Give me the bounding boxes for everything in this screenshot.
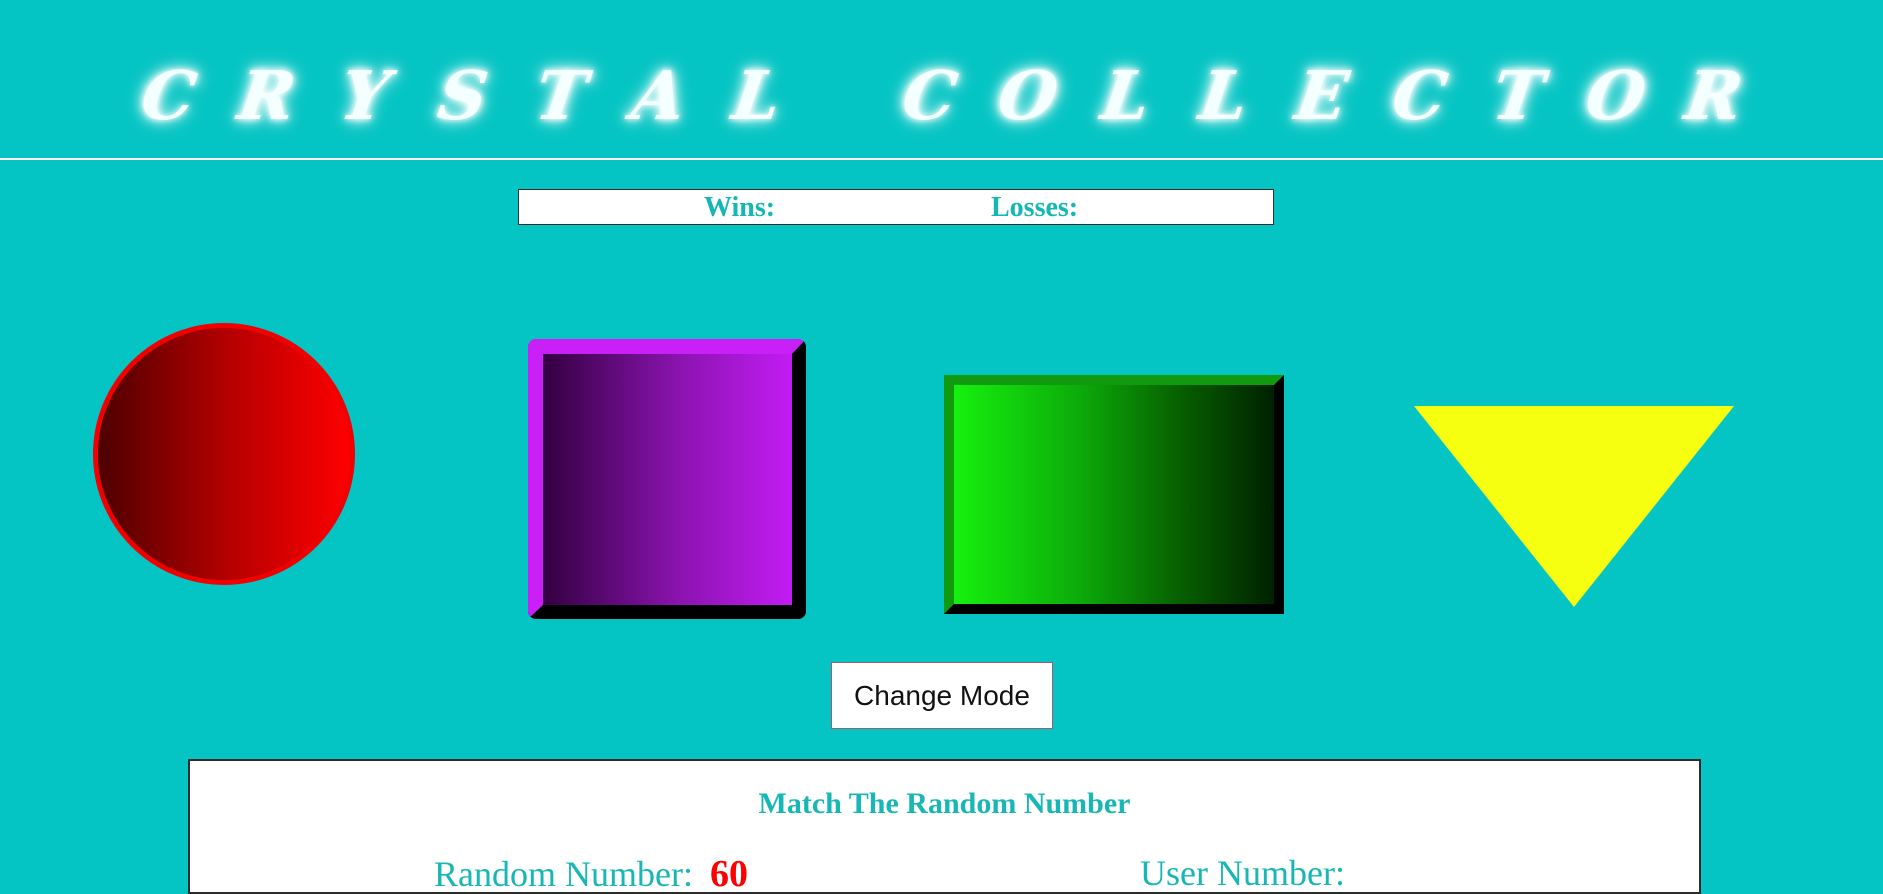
title-letter-r: R <box>233 55 301 135</box>
random-number-display: Random Number: 60 <box>434 852 748 894</box>
title-letter-t: T <box>530 55 592 135</box>
title-letter-c-second: C <box>897 55 963 135</box>
random-number-label: Random Number: <box>434 854 693 894</box>
title-letter-l-second: L <box>1194 55 1254 135</box>
title-letter-e: E <box>1290 55 1354 135</box>
title-letter-c: C <box>136 55 202 135</box>
game-title: C R Y S T A L C O L L E C T O R <box>0 45 1883 145</box>
green-rectangle-crystal[interactable] <box>944 375 1284 614</box>
losses-label: Losses: <box>991 192 1079 223</box>
panel-title: Match The Random Number <box>758 787 1131 820</box>
wins-label: Wins: <box>704 192 776 223</box>
title-letter-l-first: L <box>1096 55 1156 135</box>
title-letter-r-second: R <box>1680 55 1748 135</box>
title-letter-y: Y <box>335 55 395 135</box>
user-number-display: User Number: <box>1140 852 1345 893</box>
game-header: C R Y S T A L C O L L E C T O R <box>0 0 1883 160</box>
title-letter-t-second: T <box>1487 55 1549 135</box>
title-letter-l: L <box>727 55 787 135</box>
purple-square-crystal[interactable] <box>528 339 806 619</box>
random-number-value: 60 <box>709 853 748 894</box>
title-letter-o: O <box>993 55 1063 135</box>
title-letter-a: A <box>627 55 691 135</box>
yellow-triangle-shape <box>1414 406 1734 607</box>
user-number-label: User Number: <box>1140 853 1345 893</box>
title-letter-o-second: O <box>1581 55 1651 135</box>
change-mode-button[interactable]: Change Mode <box>831 662 1053 729</box>
title-letter-c-third: C <box>1387 55 1453 135</box>
title-letter-s: S <box>433 55 493 135</box>
yellow-triangle-crystal[interactable] <box>1414 406 1734 607</box>
red-circle-crystal[interactable] <box>93 323 355 585</box>
score-bar: Wins: Losses: <box>518 189 1274 225</box>
number-panel: Match The Random Number Random Number: 6… <box>188 759 1701 894</box>
